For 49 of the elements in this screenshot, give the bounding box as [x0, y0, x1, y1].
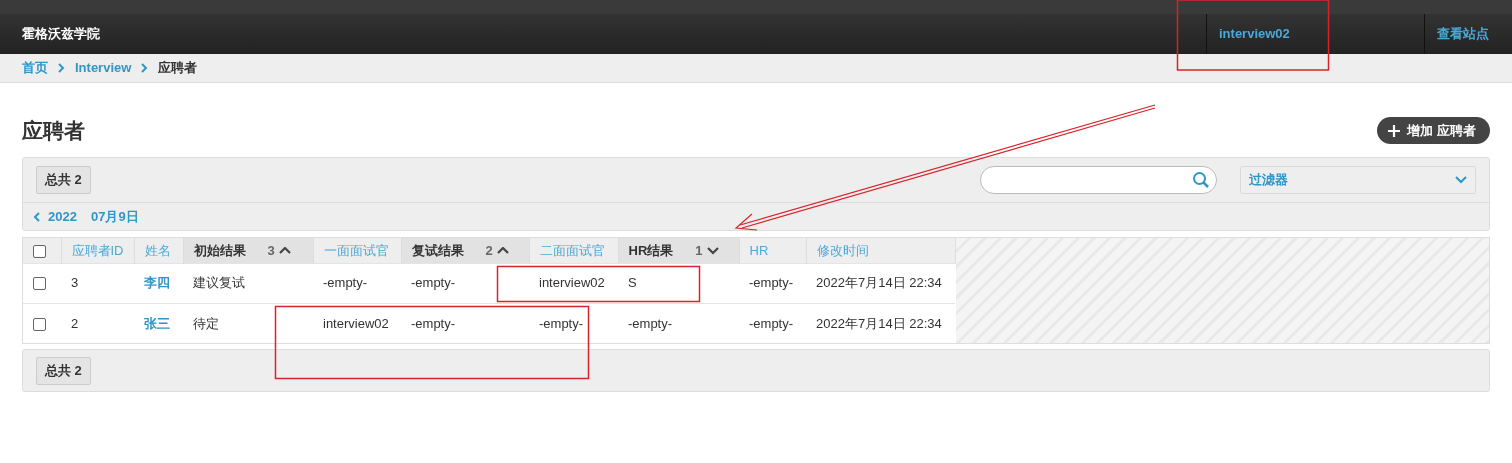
- table-cell: -empty-: [749, 275, 794, 291]
- sort-ascending-icon[interactable]: [496, 246, 509, 255]
- table-cell: 2: [71, 315, 79, 331]
- plus-icon: [1387, 123, 1402, 138]
- search-icon: [1192, 171, 1210, 189]
- breadcrumb-current: 应聘者: [158, 59, 198, 78]
- table-cell: -empty-: [539, 315, 584, 331]
- sorted-column-header[interactable]: 初始结果: [193, 242, 246, 258]
- date-back-link[interactable]: 2022: [33, 206, 77, 227]
- table-cell: S: [628, 275, 637, 291]
- chevron-right-icon: [141, 63, 149, 73]
- chevron-right-icon: [58, 63, 65, 73]
- select-all-checkbox[interactable]: [33, 244, 46, 258]
- table-cell: 2022年7月14日 22:34: [816, 315, 942, 331]
- column-header[interactable]: HR: [749, 242, 769, 258]
- total-count-button[interactable]: 总共 2: [36, 356, 91, 385]
- table-cell: 待定: [193, 315, 219, 331]
- row-checkbox[interactable]: [33, 277, 46, 291]
- name-link[interactable]: 李四: [144, 275, 170, 291]
- sort-ascending-icon[interactable]: [278, 246, 291, 255]
- sorted-column-header[interactable]: HR结果: [628, 242, 674, 258]
- sort-priority: 1: [695, 242, 703, 258]
- sort-priority: 2: [485, 242, 493, 258]
- table-cell: -empty-: [411, 275, 456, 291]
- sort-descending-icon[interactable]: [706, 246, 719, 255]
- breadcrumb-link[interactable]: 首页: [22, 58, 48, 78]
- search-field[interactable]: [980, 166, 1217, 194]
- sorted-column-header[interactable]: 复试结果: [411, 242, 464, 258]
- table-cell: interview02: [323, 315, 389, 331]
- chevron-down-icon: [1455, 176, 1467, 184]
- table-cell: -empty-: [411, 315, 456, 331]
- table-cell: 2022年7月14日 22:34: [816, 275, 942, 291]
- table-cell: 3: [71, 275, 79, 291]
- total-count-button[interactable]: 总共 2: [36, 166, 91, 194]
- page-title: 应聘者: [22, 117, 85, 144]
- table-cell: -empty-: [323, 275, 368, 291]
- chevron-left-icon: [33, 212, 40, 223]
- breadcrumb-link[interactable]: Interview: [75, 58, 132, 78]
- table-cell: interview02: [539, 275, 605, 291]
- table-cell: -empty-: [628, 315, 673, 331]
- add-applicant-button[interactable]: 增加 应聘者: [1377, 117, 1490, 144]
- date-current[interactable]: 07月9日: [90, 206, 139, 227]
- sort-priority: 3: [267, 242, 275, 258]
- row-checkbox[interactable]: [33, 317, 46, 331]
- name-link[interactable]: 张三: [144, 315, 170, 331]
- site-title: 霍格沃兹学院: [21, 25, 101, 44]
- filter-select[interactable]: 过滤器: [1240, 166, 1476, 194]
- table-cell: -empty-: [749, 315, 794, 331]
- table-cell: 建议复试: [193, 275, 245, 291]
